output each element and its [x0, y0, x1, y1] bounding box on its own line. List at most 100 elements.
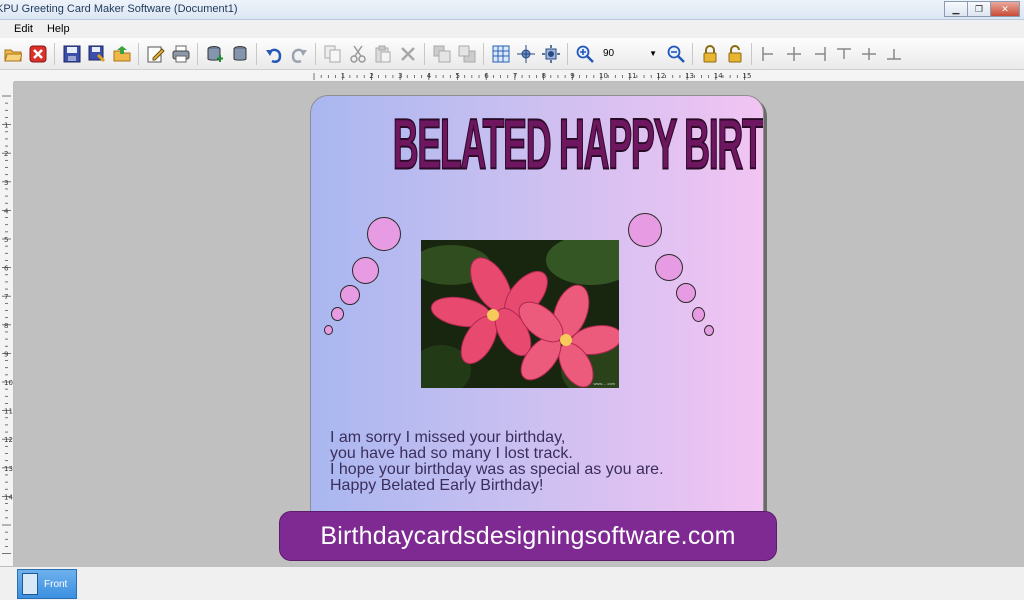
print-button[interactable] — [170, 43, 192, 65]
center-button[interactable] — [515, 43, 537, 65]
ruler-number: 6 — [4, 265, 9, 273]
ruler-number: 4 — [4, 207, 9, 215]
card-title[interactable]: BELATED HAPPY BIRTHDAY — [392, 102, 763, 185]
page-tab-strip: Front — [0, 566, 1024, 600]
align-top-button[interactable] — [833, 43, 855, 65]
align-right-icon — [814, 46, 826, 61]
bring-front-icon — [433, 45, 450, 62]
grid-button[interactable] — [490, 43, 512, 65]
save-as-button[interactable] — [86, 43, 108, 65]
close-icon: ✕ — [1001, 3, 1009, 14]
card-message[interactable]: I am sorry I missed your birthday, you h… — [330, 430, 750, 494]
align-middle-icon — [861, 47, 876, 60]
ruler-number: 12 — [656, 72, 665, 80]
decor-bubble[interactable] — [367, 217, 401, 251]
align-top-icon — [836, 47, 851, 59]
send-back-button[interactable] — [456, 43, 478, 65]
decor-bubble[interactable] — [692, 307, 705, 322]
ruler-number: 14 — [4, 493, 13, 501]
greeting-card[interactable]: BELATED HAPPY BIRTHDAY — [310, 95, 764, 535]
minimize-icon: ▁ — [952, 3, 960, 14]
decor-bubble[interactable] — [628, 213, 662, 247]
save-button[interactable] — [61, 43, 83, 65]
unlock-button[interactable] — [724, 43, 746, 65]
vertical-ruler-scale: 1234567891011121314 — [2, 95, 13, 555]
banner-text: Birthdaycardsdesigningsoftware.com — [320, 521, 736, 550]
toolbar: 90 ▼ — [0, 38, 1024, 70]
toolbar-separator — [54, 42, 55, 65]
zoom-select[interactable]: 90 ▼ — [600, 44, 660, 64]
window-title: KPU Greeting Card Maker Software (Docume… — [0, 3, 238, 15]
zoom-in-button[interactable] — [574, 43, 596, 65]
decor-bubble[interactable] — [676, 283, 696, 303]
redo-button[interactable] — [288, 43, 310, 65]
ruler-number: 10 — [599, 72, 608, 80]
toolbar-separator — [483, 42, 484, 65]
zoom-out-button[interactable] — [665, 43, 687, 65]
ruler-number: 11 — [628, 72, 637, 80]
delete-button[interactable] — [397, 43, 419, 65]
paste-button[interactable] — [372, 43, 394, 65]
close-button[interactable]: ✕ — [990, 1, 1020, 17]
menu-bar: Edit Help — [0, 20, 1024, 38]
ruler-number: 6 — [484, 72, 489, 80]
page-tab-front[interactable]: Front — [17, 569, 77, 599]
decor-bubble[interactable] — [655, 254, 683, 281]
move-icon — [541, 44, 560, 63]
center-icon — [516, 44, 535, 63]
align-left-button[interactable] — [758, 43, 780, 65]
align-bottom-button[interactable] — [883, 43, 905, 65]
ruler-number: 7 — [513, 72, 517, 80]
cut-icon — [349, 45, 366, 63]
grid-icon — [492, 45, 509, 62]
bring-front-button[interactable] — [431, 43, 453, 65]
copy-button[interactable] — [322, 43, 344, 65]
database-button[interactable] — [229, 43, 251, 65]
ruler-number: 9 — [4, 350, 8, 358]
title-bar: KPU Greeting Card Maker Software (Docume… — [0, 0, 1024, 20]
page-tab-label: Front — [44, 578, 68, 590]
lock-icon — [703, 44, 716, 62]
decor-bubble[interactable] — [352, 257, 379, 284]
move-button[interactable] — [540, 43, 562, 65]
open-button[interactable] — [2, 43, 24, 65]
zoom-in-icon — [576, 45, 594, 63]
redo-icon — [291, 48, 307, 63]
minimize-button[interactable]: ▁ — [944, 1, 968, 17]
toolbar-separator — [567, 42, 568, 65]
ruler-corner — [0, 70, 14, 82]
ruler-number: 13 — [685, 72, 694, 80]
export-button[interactable] — [111, 43, 133, 65]
paste-icon — [375, 45, 390, 62]
edit-button[interactable] — [145, 43, 167, 65]
toolbar-separator — [256, 42, 257, 65]
flower-image — [421, 240, 619, 388]
align-right-button[interactable] — [808, 43, 830, 65]
toolbar-separator — [197, 42, 198, 65]
message-line: I am sorry I missed your birthday, — [330, 429, 566, 446]
align-bottom-icon — [886, 48, 901, 60]
ruler-number: 7 — [4, 293, 8, 301]
decor-bubble[interactable] — [340, 285, 360, 305]
flower-photo[interactable]: www.....com — [421, 240, 619, 388]
menu-edit[interactable]: Edit — [7, 23, 40, 35]
undo-button[interactable] — [263, 43, 285, 65]
decor-bubble[interactable] — [704, 325, 714, 336]
maximize-button[interactable]: ❐ — [967, 1, 991, 17]
photo-credit: www.....com — [593, 381, 615, 386]
align-center-button[interactable] — [783, 43, 805, 65]
menu-help[interactable]: Help — [40, 23, 77, 35]
print-icon — [172, 45, 189, 62]
database-add-button[interactable] — [204, 43, 226, 65]
decor-bubble[interactable] — [324, 325, 333, 335]
message-line: you have had so many I lost track. — [330, 445, 573, 462]
page-thumbnail-icon — [22, 573, 38, 595]
cut-button[interactable] — [347, 43, 369, 65]
lock-button[interactable] — [699, 43, 721, 65]
decor-bubble[interactable] — [331, 307, 344, 321]
ruler-number: 2 — [4, 150, 8, 158]
ruler-number: 9 — [570, 72, 574, 80]
align-middle-button[interactable] — [858, 43, 880, 65]
align-left-icon — [761, 46, 773, 61]
close-document-button[interactable] — [27, 43, 49, 65]
